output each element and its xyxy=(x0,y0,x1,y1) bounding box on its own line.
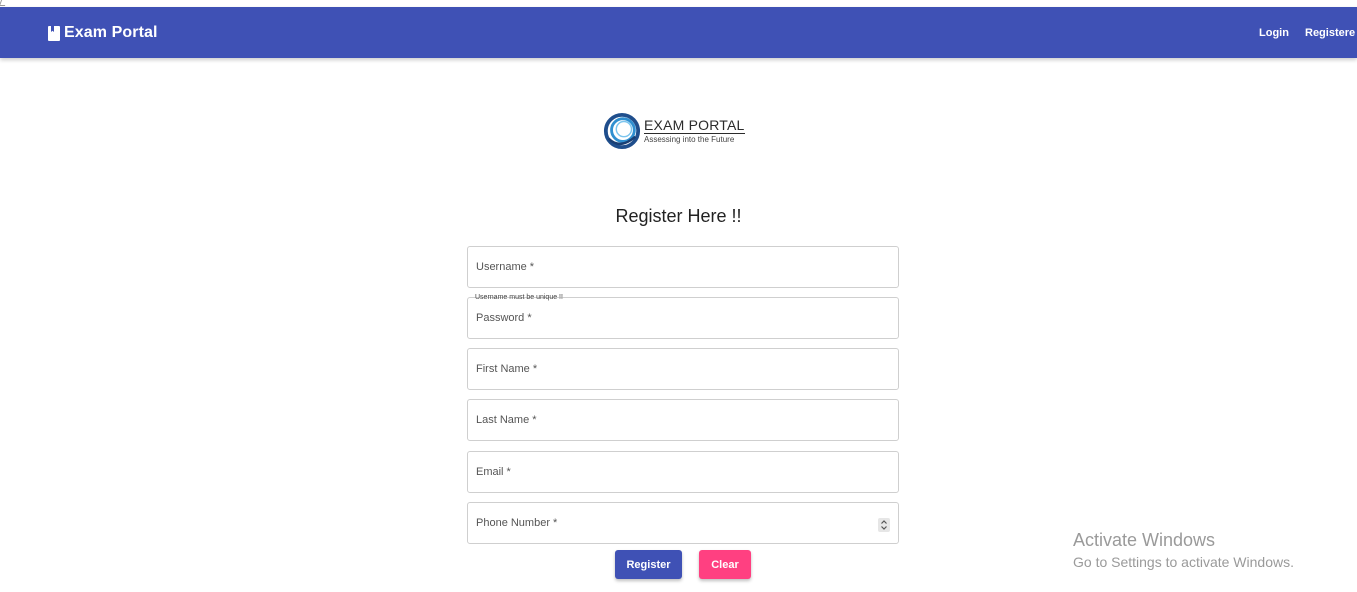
username-hint: Username must be unique !! xyxy=(475,294,563,301)
brand-link[interactable]: Exam Portal xyxy=(48,24,158,42)
register-title: Register Here !! xyxy=(615,206,742,226)
corner-artifact xyxy=(0,0,8,6)
exam-portal-logo: EXAM PORTAL Assessing into the Future xyxy=(603,111,753,151)
nav-login-link[interactable]: Login xyxy=(1259,27,1289,39)
brand-title: Exam Portal xyxy=(64,24,158,41)
password-field[interactable]: Password * xyxy=(467,297,899,339)
windows-activation-watermark: Activate Windows Go to Settings to activ… xyxy=(1073,530,1294,570)
phone-number-label: Phone Number * xyxy=(476,517,558,529)
first-name-field[interactable]: First Name * xyxy=(467,348,899,390)
email-label: Email * xyxy=(476,466,511,478)
email-field[interactable]: Email * xyxy=(467,451,899,493)
phone-number-field[interactable]: Phone Number * xyxy=(467,502,899,544)
clear-button[interactable]: Clear xyxy=(699,550,751,579)
logo-title: EXAM PORTAL xyxy=(644,117,745,134)
watermark-title: Activate Windows xyxy=(1073,530,1216,550)
watermark-subtitle: Go to Settings to activate Windows. xyxy=(1073,554,1294,570)
first-name-label: First Name * xyxy=(476,363,538,375)
last-name-label: Last Name * xyxy=(476,414,537,426)
register-button[interactable]: Register xyxy=(615,550,682,579)
book-icon xyxy=(48,25,61,41)
last-name-field[interactable]: Last Name * xyxy=(467,399,899,441)
logo-swirl-icon xyxy=(603,112,641,150)
username-field[interactable]: Username * xyxy=(467,246,899,288)
number-spinner-icon[interactable] xyxy=(878,518,890,532)
top-navbar: Exam Portal Login Registere xyxy=(0,7,1357,58)
password-label: Password * xyxy=(476,312,532,324)
username-label: Username * xyxy=(476,261,535,273)
nav-register-link[interactable]: Registere xyxy=(1305,27,1355,39)
logo-tagline: Assessing into the Future xyxy=(644,135,735,144)
